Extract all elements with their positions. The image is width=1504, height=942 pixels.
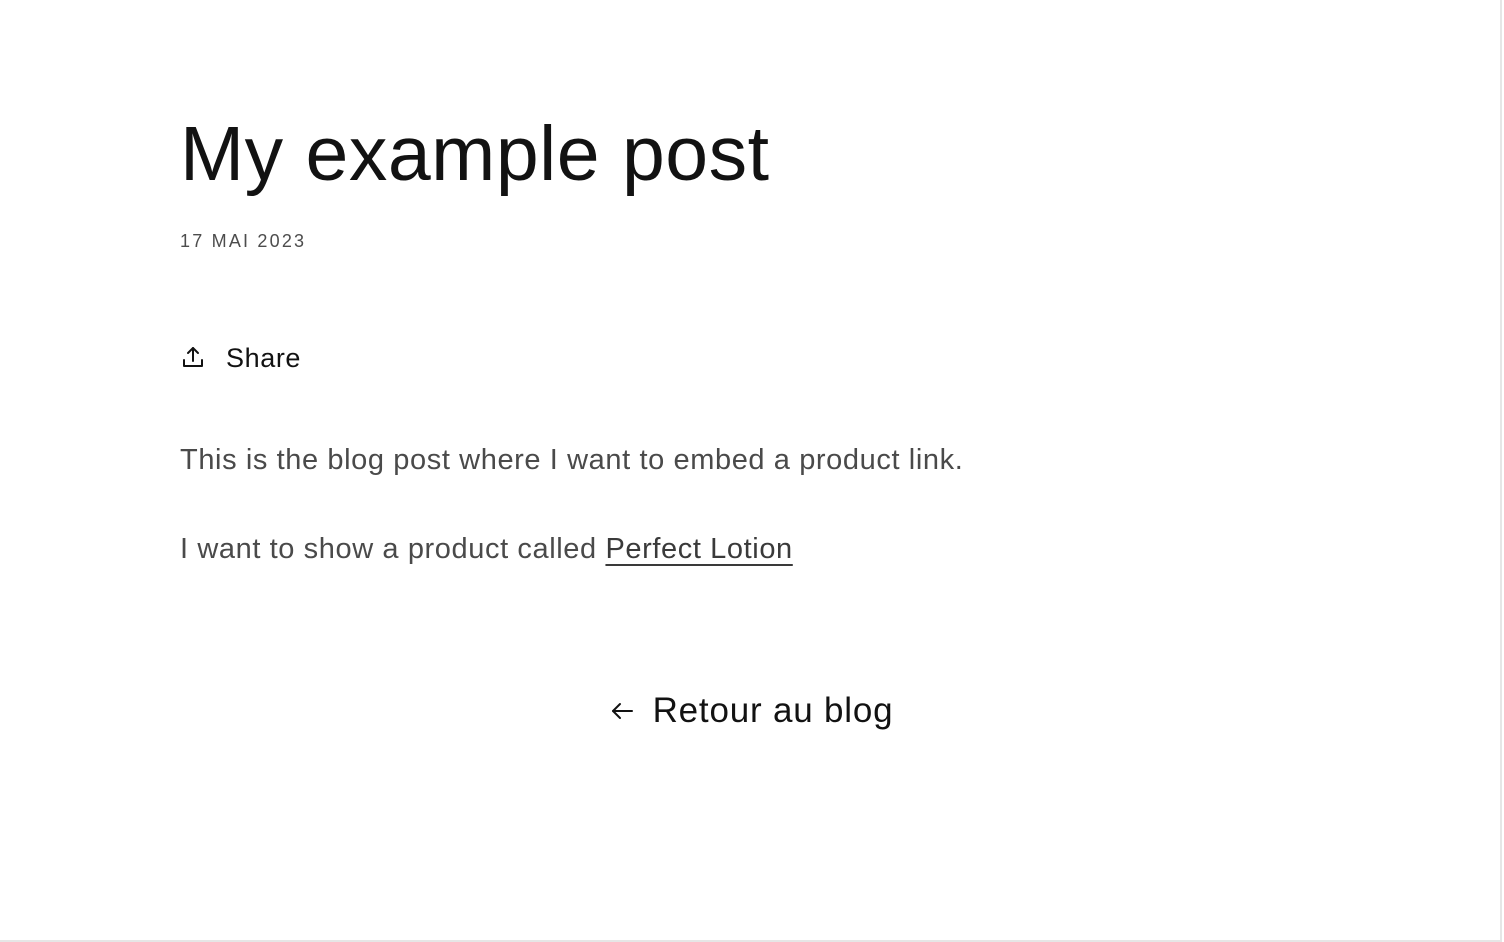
back-to-blog-content: Retour au blog [609,688,894,734]
post-body: This is the blog post where I want to em… [180,438,1280,571]
arrow-left-icon [609,698,635,724]
share-button[interactable]: Share [180,338,301,378]
body-paragraph: I want to show a product called Perfect … [180,527,1280,571]
product-link[interactable]: Perfect Lotion [605,533,792,565]
post-date: 17 MAI 2023 [180,231,307,251]
back-to-blog-link[interactable]: Retour au blog [0,688,1504,734]
body-paragraph-text: I want to show a product called [180,533,606,565]
share-label: Share [226,343,302,373]
back-to-blog-label: Retour au blog [652,691,894,730]
page: My example post 17 MAI 2023 Share This i… [0,0,1502,942]
body-paragraph: This is the blog post where I want to em… [180,444,964,476]
share-icon [180,345,206,371]
post-title: My example post [180,111,770,197]
